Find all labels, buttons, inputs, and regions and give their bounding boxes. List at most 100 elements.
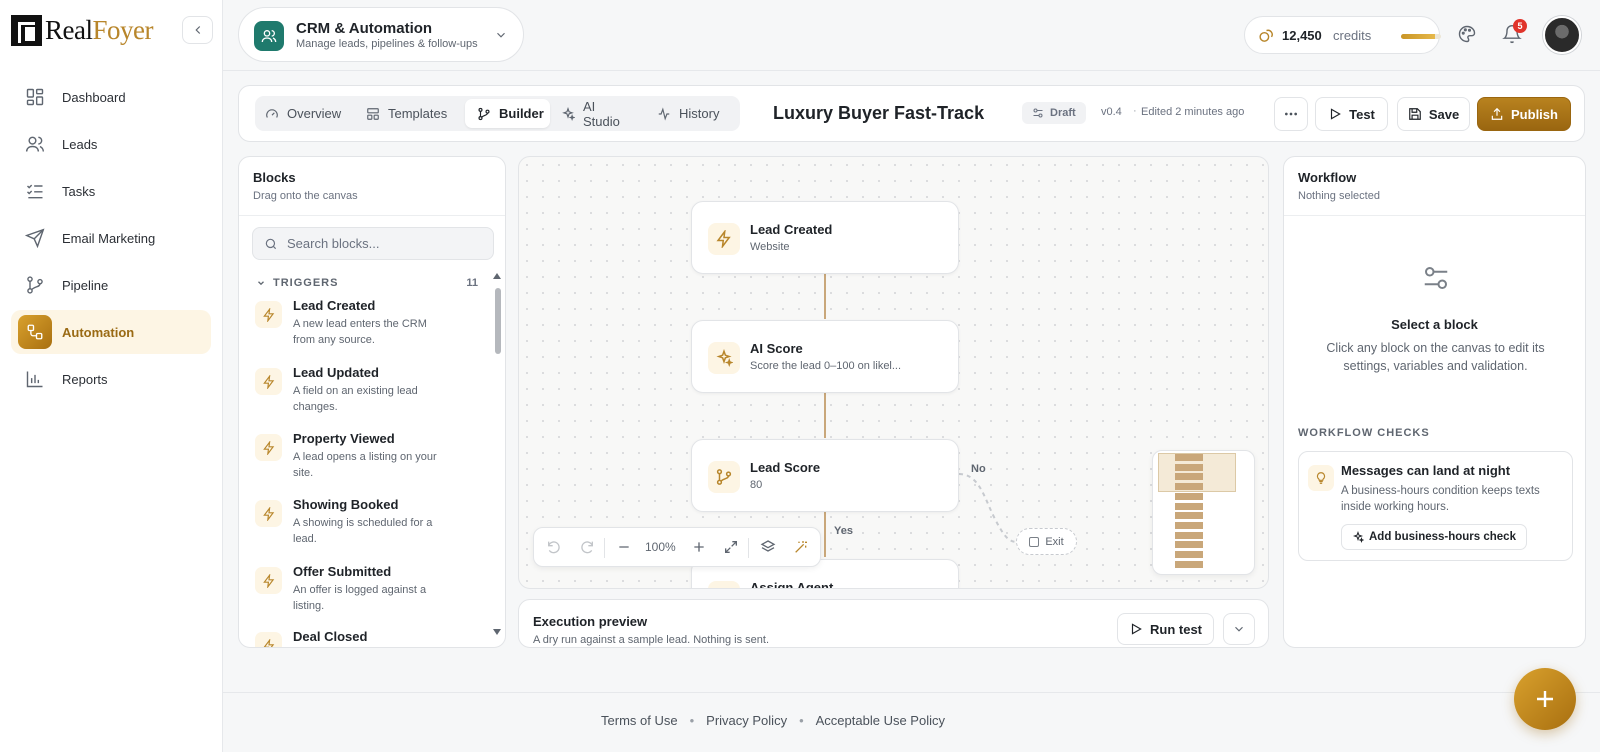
create-fab-button[interactable] xyxy=(1514,668,1576,730)
block-title: Property Viewed xyxy=(293,431,395,446)
block-item[interactable]: Property Viewed A lead opens a listing o… xyxy=(253,431,475,491)
sidebar-item-email-marketing[interactable]: Email Marketing xyxy=(11,216,211,260)
sidebar-item-leads[interactable]: Leads xyxy=(11,122,211,166)
user-icon xyxy=(708,581,740,588)
exit-node[interactable]: Exit xyxy=(1016,528,1077,555)
save-button[interactable]: Save xyxy=(1397,97,1470,131)
minimap[interactable] xyxy=(1152,450,1255,575)
branch-icon xyxy=(27,276,43,294)
triggers-section-header[interactable]: TRIGGERS 11 xyxy=(256,275,478,291)
editor-tabs: Overview Templates Builder AI Studio His… xyxy=(255,96,740,131)
module-switcher[interactable]: CRM & Automation Manage leads, pipelines… xyxy=(238,7,524,62)
check-title: Messages can land at night xyxy=(1341,463,1511,478)
workflow-panel-subtitle: Nothing selected xyxy=(1298,190,1380,202)
sidebar-item-tasks[interactable]: Tasks xyxy=(11,169,211,213)
credits-amount: 12,450 xyxy=(1282,28,1322,43)
terms-link[interactable]: Terms of Use xyxy=(601,713,678,728)
minimap-node xyxy=(1175,502,1203,510)
more-options-button[interactable] xyxy=(1274,97,1308,131)
sidebar-item-pipeline[interactable]: Pipeline xyxy=(11,263,211,307)
tab-builder[interactable]: Builder xyxy=(465,99,550,128)
canvas-node-ai-score[interactable]: AI Score Score the lead 0–100 on likel..… xyxy=(691,320,959,393)
more-horizontal-icon xyxy=(1285,112,1297,116)
grid-icon xyxy=(26,88,44,106)
module-subtitle: Manage leads, pipelines & follow-ups xyxy=(296,38,478,50)
test-button-label: Test xyxy=(1349,106,1375,122)
expand-execution-button[interactable] xyxy=(1223,613,1255,645)
footer-links: Terms of Use • Privacy Policy • Acceptab… xyxy=(223,713,1323,728)
module-title: CRM & Automation xyxy=(296,20,433,37)
check-description: A business-hours condition keeps texts i… xyxy=(1341,485,1540,513)
workflow-title[interactable]: Luxury Buyer Fast-Track xyxy=(773,103,984,124)
blocks-scrollbar-thumb[interactable] xyxy=(495,288,501,354)
logo-text-part1: Real xyxy=(45,15,93,45)
canvas-node-lead-created[interactable]: Lead Created Website xyxy=(691,201,959,274)
workflow-panel: Workflow Nothing selected Select a block… xyxy=(1283,156,1586,648)
plus-icon xyxy=(1537,691,1553,707)
collapse-sidebar-button[interactable] xyxy=(182,16,213,44)
bolt-icon xyxy=(255,567,282,594)
zoom-out-icon[interactable] xyxy=(616,539,632,555)
zoom-level[interactable]: 100% xyxy=(645,540,676,554)
block-item[interactable]: Offer Submitted An offer is logged again… xyxy=(253,564,475,624)
logo[interactable]: Real Foyer xyxy=(11,15,153,46)
canvas-node-lead-score[interactable]: Lead Score 80 xyxy=(691,439,959,512)
blocks-title: Blocks xyxy=(253,170,296,185)
empty-state-title: Select a block xyxy=(1391,317,1478,332)
avatar[interactable] xyxy=(1543,16,1581,54)
save-button-label: Save xyxy=(1428,106,1460,122)
run-test-button[interactable]: Run test xyxy=(1117,613,1214,645)
tab-templates[interactable]: Templates xyxy=(366,99,457,128)
sidebar-item-reports[interactable]: Reports xyxy=(11,357,211,401)
block-title: Offer Submitted xyxy=(293,564,392,579)
no-branch-connector xyxy=(959,473,1018,543)
exit-label: Exit xyxy=(1045,535,1064,548)
sidebar-item-automation[interactable]: Automation xyxy=(11,310,211,354)
redo-icon[interactable] xyxy=(579,539,595,555)
toolbar-divider xyxy=(748,538,749,558)
bolt-icon xyxy=(255,368,282,395)
separator-dot: • xyxy=(689,713,695,728)
add-check-label: Add business-hours check xyxy=(1369,531,1516,543)
credits-progress-bar xyxy=(1401,34,1441,39)
bolt-icon xyxy=(255,632,282,647)
block-item[interactable]: Lead Created A new lead enters the CRM f… xyxy=(253,298,475,358)
test-button[interactable]: Test xyxy=(1315,97,1388,131)
publish-button-label: Publish xyxy=(1511,106,1558,122)
notification-badge: 5 xyxy=(1513,19,1527,33)
node-subtitle: Website xyxy=(750,241,790,253)
block-description: A lead opens a listing on your site. xyxy=(293,451,437,479)
tab-history[interactable]: History xyxy=(657,99,729,128)
tab-ai-studio[interactable]: AI Studio xyxy=(561,99,637,129)
node-title: Lead Score xyxy=(750,460,821,475)
tab-overview[interactable]: Overview xyxy=(265,99,351,128)
zoom-in-icon[interactable] xyxy=(691,539,707,555)
block-item[interactable]: Showing Booked A showing is scheduled fo… xyxy=(253,497,475,557)
sidebar-item-dashboard[interactable]: Dashboard xyxy=(11,75,211,119)
search-input[interactable] xyxy=(287,228,487,259)
add-business-hours-check-button[interactable]: Add business-hours check xyxy=(1341,524,1527,550)
empty-state-description: Click any block on the canvas to edit it… xyxy=(1326,341,1545,373)
layers-icon[interactable] xyxy=(760,539,776,555)
scroll-down-icon xyxy=(493,629,501,635)
theme-button[interactable] xyxy=(1457,24,1477,44)
publish-button[interactable]: Publish xyxy=(1477,97,1571,131)
tab-label: Overview xyxy=(287,106,342,121)
block-item[interactable]: Lead Updated A field on an existing lead… xyxy=(253,365,475,425)
workflow-canvas[interactable]: Lead Created Website AI Score Score the … xyxy=(518,156,1269,589)
tab-label: History xyxy=(679,106,720,121)
block-item[interactable]: Deal Closed xyxy=(253,629,475,647)
minimap-node xyxy=(1175,492,1203,500)
acceptable-use-link[interactable]: Acceptable Use Policy xyxy=(816,713,945,728)
fit-view-icon[interactable] xyxy=(723,539,739,555)
bolt-icon xyxy=(255,434,282,461)
privacy-link[interactable]: Privacy Policy xyxy=(706,713,787,728)
credits-indicator[interactable]: 12,450 credits xyxy=(1244,16,1441,54)
undo-icon[interactable] xyxy=(546,539,562,555)
magic-wand-icon[interactable] xyxy=(793,539,809,555)
connector-line xyxy=(824,273,826,319)
branch-label-yes: Yes xyxy=(834,525,853,537)
node-subtitle: 80 xyxy=(750,479,763,491)
node-title: Lead Created xyxy=(750,222,833,237)
minimap-node xyxy=(1175,463,1203,471)
